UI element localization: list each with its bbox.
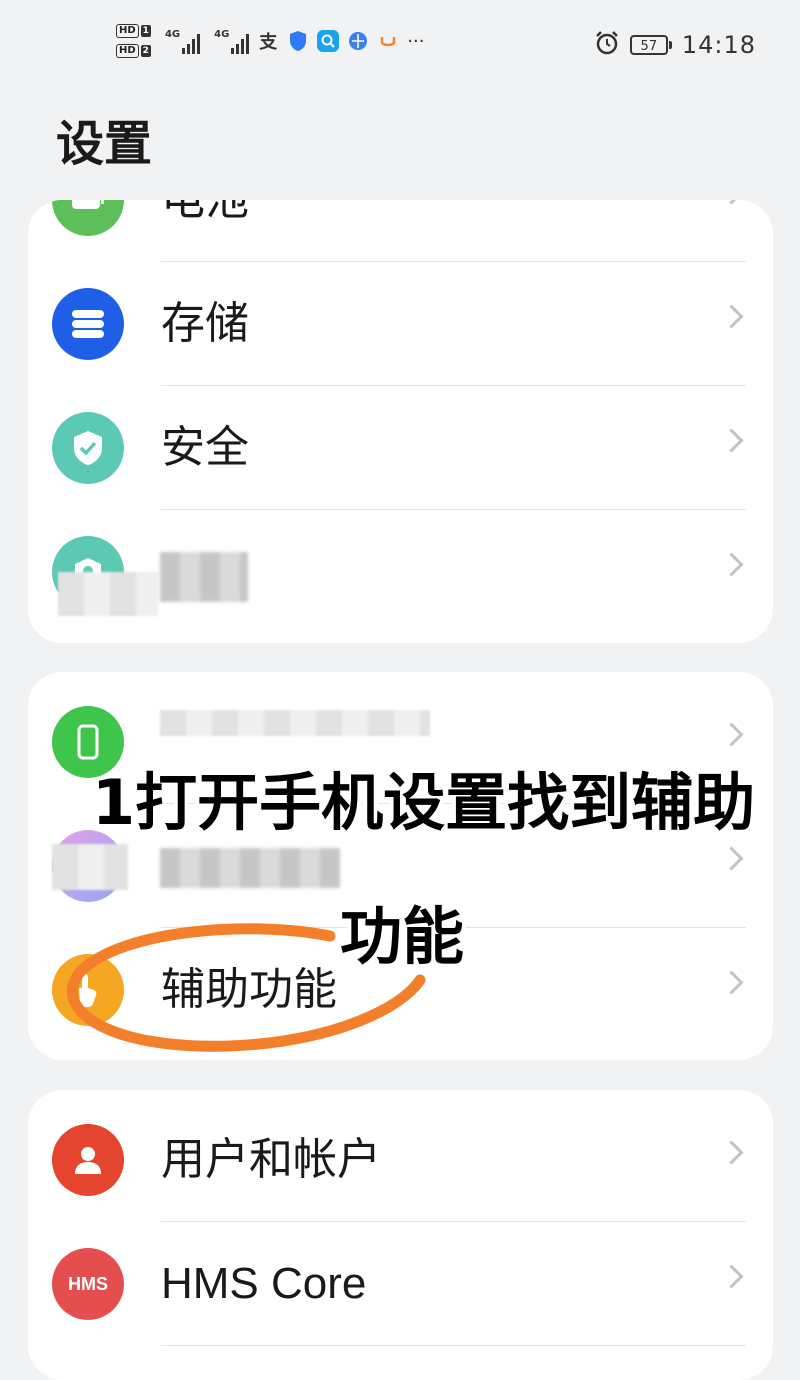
hms-icon: HMS (52, 1248, 124, 1320)
settings-card-3: 用户和帐户 HMS HMS Core (28, 1090, 773, 1380)
settings-card-1: 电池 存储 安全 (28, 200, 773, 643)
chevron-right-icon (719, 846, 744, 871)
chevron-right-icon (719, 1140, 744, 1165)
privacy-icon-mosaic (58, 572, 158, 616)
settings-item-storage[interactable]: 存储 (28, 262, 773, 386)
storage-label: 存储 (161, 298, 249, 349)
clock: 14:18 (681, 31, 756, 59)
status-bar: HD 1 HD 2 4G 4G 支 ··· 57 14:18 (0, 0, 800, 92)
users-label: 用户和帐户 (161, 1134, 381, 1185)
browser-app-icon (347, 30, 369, 52)
sim2-indicator: HD 2 (116, 44, 151, 58)
settings-item-battery[interactable]: 电池 (28, 200, 773, 262)
annotation-text-line2: 功能 (336, 896, 468, 977)
health-label-mosaic (160, 710, 430, 736)
annotation-text-line1: 1打开手机设置找到辅助 (88, 762, 759, 843)
settings-item-users[interactable]: 用户和帐户 (28, 1098, 773, 1222)
chevron-right-icon (719, 970, 744, 995)
privacy-label-mosaic (160, 552, 248, 602)
user-icon (52, 1124, 124, 1196)
chevron-right-icon (719, 552, 744, 577)
signal-2-icon: 4G (214, 29, 250, 54)
sim1-indicator: HD 1 (116, 24, 151, 38)
chevron-right-icon (719, 304, 744, 329)
shield-app-icon (287, 30, 309, 52)
hms-core-label: HMS Core (161, 1259, 367, 1308)
assistant-label-mosaic (160, 848, 340, 888)
signal-1-icon: 4G (165, 29, 201, 54)
battery-indicator: 57 (629, 35, 672, 55)
chevron-right-icon (719, 1264, 744, 1289)
chevron-right-icon (719, 428, 744, 453)
security-shield-icon (52, 412, 124, 484)
more-notifications: ··· (407, 30, 425, 52)
settings-card-2: 辅助功能 (28, 672, 773, 1060)
storage-icon (52, 288, 124, 360)
battery-label: 电池 (161, 200, 249, 228)
didi-app-icon (377, 30, 399, 52)
battery-icon (52, 200, 124, 236)
chevron-right-icon (719, 722, 744, 747)
accessibility-hand-icon (52, 954, 124, 1026)
settings-item-privacy[interactable] (28, 510, 773, 634)
alipay-icon: 支 (259, 32, 278, 53)
settings-item-security[interactable]: 安全 (28, 386, 773, 510)
assistant-icon-mosaic (52, 844, 128, 890)
chevron-right-icon (719, 200, 744, 205)
accessibility-label: 辅助功能 (161, 964, 337, 1015)
alarm-icon (594, 30, 620, 60)
security-label: 安全 (161, 422, 249, 473)
settings-item-hms-core[interactable]: HMS HMS Core (28, 1222, 773, 1346)
search-app-icon (317, 30, 340, 52)
page-title: 设置 (56, 116, 153, 172)
